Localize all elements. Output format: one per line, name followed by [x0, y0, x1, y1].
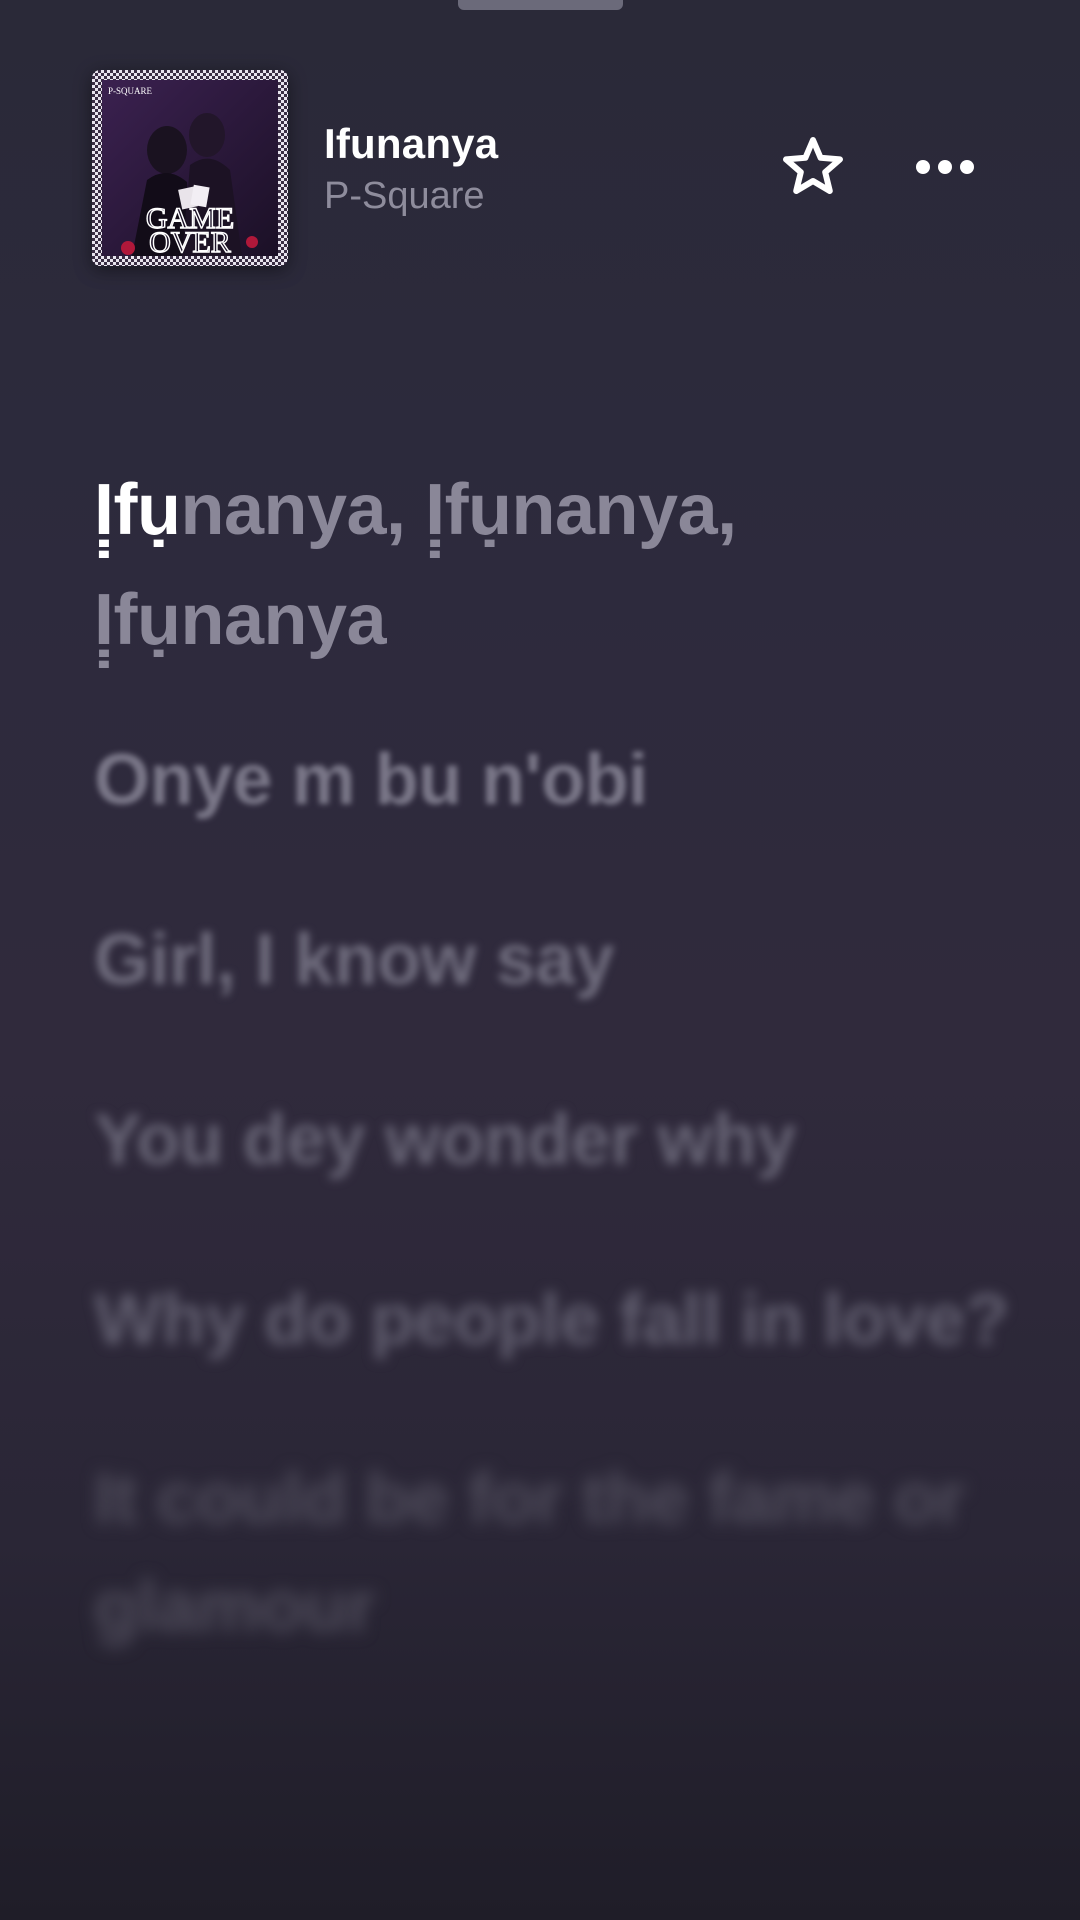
lyric-line-active[interactable]: Ị̣fụnanya, Ị̣fụnanya, Ị̣fụnanya [94, 455, 1014, 675]
lyric-line[interactable]: You dey wonder why [94, 1085, 1014, 1195]
svg-text:P-SQUARE: P-SQUARE [108, 86, 153, 96]
now-playing-header: P-SQUARE GAME OVER Ifunanya P-Square [0, 70, 1080, 270]
ellipsis-icon [915, 157, 975, 182]
favorite-button[interactable] [778, 134, 848, 204]
album-artwork[interactable]: P-SQUARE GAME OVER [92, 70, 288, 266]
more-options-button[interactable] [910, 134, 980, 204]
lyric-unsung-text: nanya, Ị̣fụnanya, Ị̣fụnanya [94, 470, 737, 660]
lyric-line[interactable]: Onye m bu n'obi [94, 725, 1014, 835]
lyric-line[interactable]: It could be for the fame or glamour [94, 1445, 1014, 1661]
track-title: Ifunanya [324, 120, 499, 167]
sheet-grabber[interactable] [458, 0, 623, 10]
lyric-sung-text: Ị̣fụ [94, 470, 181, 550]
lyric-line[interactable]: Why do people fall in love? [94, 1265, 1014, 1375]
star-icon [780, 135, 846, 204]
lyrics-view: Ị̣fụnanya, Ị̣fụnanya, Ị̣fụnanya Onye m b… [94, 455, 1014, 1731]
track-artist[interactable]: P-Square [324, 175, 485, 218]
lyric-line[interactable]: Girl, I know say [94, 905, 1014, 1015]
svg-text:OVER: OVER [149, 226, 231, 259]
